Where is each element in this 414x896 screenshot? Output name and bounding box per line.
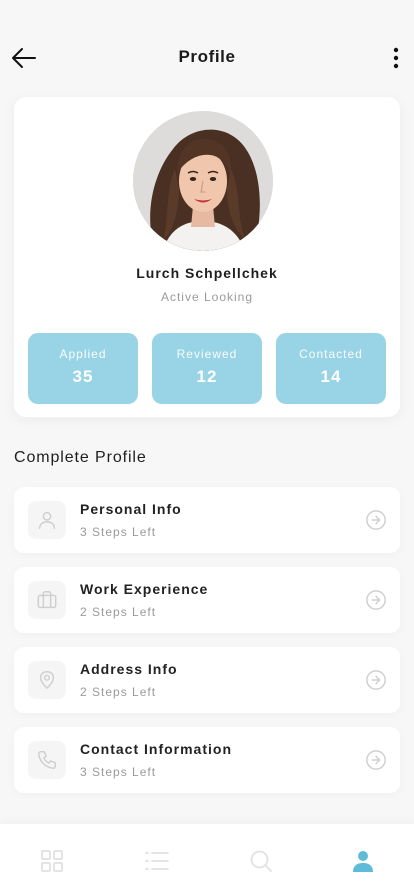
app-header: Profile [0,30,414,86]
list-item-personal-info[interactable]: Personal Info 3 Steps Left [14,487,400,553]
user-icon [28,501,66,539]
phone-icon [28,741,66,779]
search-icon [250,850,272,872]
list-item-work-experience[interactable]: Work Experience 2 Steps Left [14,567,400,633]
stat-value: 14 [320,367,342,386]
map-pin-icon [28,661,66,699]
stat-value: 35 [72,367,94,386]
profile-card: Lurch Schpellchek Active Looking Applied… [14,97,400,417]
item-subtitle: 2 Steps Left [80,605,157,619]
user-icon [353,851,373,872]
nav-profile-button[interactable] [350,848,376,874]
nav-home-button[interactable] [39,848,65,874]
list-item-address-info[interactable]: Address Info 2 Steps Left [14,647,400,713]
bottom-nav [0,824,414,896]
arrow-right-circle-icon[interactable] [365,669,387,691]
stat-label: Reviewed [176,347,238,361]
page-title: Profile [178,47,236,66]
item-subtitle: 2 Steps Left [80,685,157,699]
item-title: Personal Info [80,501,182,517]
arrow-right-circle-icon[interactable] [365,589,387,611]
item-title: Contact Information [80,741,232,757]
stat-applied[interactable]: Applied 35 [28,333,138,404]
nav-list-button[interactable] [144,848,170,874]
grid-icon [41,850,63,872]
stat-contacted[interactable]: Contacted 14 [276,333,386,404]
more-vertical-icon [393,47,399,69]
profile-status: Active Looking [160,290,254,304]
item-subtitle: 3 Steps Left [80,765,157,779]
stat-value: 12 [196,367,218,386]
stat-reviewed[interactable]: Reviewed 12 [152,333,262,404]
avatar-image [133,111,273,251]
item-title: Address Info [80,661,178,677]
stat-label: Applied [59,347,107,361]
avatar[interactable] [133,111,273,251]
item-subtitle: 3 Steps Left [80,525,157,539]
profile-name: Lurch Schpellchek [136,265,278,281]
item-title: Work Experience [80,581,209,597]
section-title: Complete Profile [14,449,147,466]
stat-label: Contacted [299,347,363,361]
briefcase-icon [28,581,66,619]
list-icon [145,852,169,870]
more-options-button[interactable] [384,42,408,74]
arrow-right-circle-icon[interactable] [365,509,387,531]
nav-search-button[interactable] [248,848,274,874]
list-item-contact-information[interactable]: Contact Information 3 Steps Left [14,727,400,793]
arrow-right-circle-icon[interactable] [365,749,387,771]
profile-screen: Profile Lurch Schpellchek Active Looking… [0,0,414,896]
